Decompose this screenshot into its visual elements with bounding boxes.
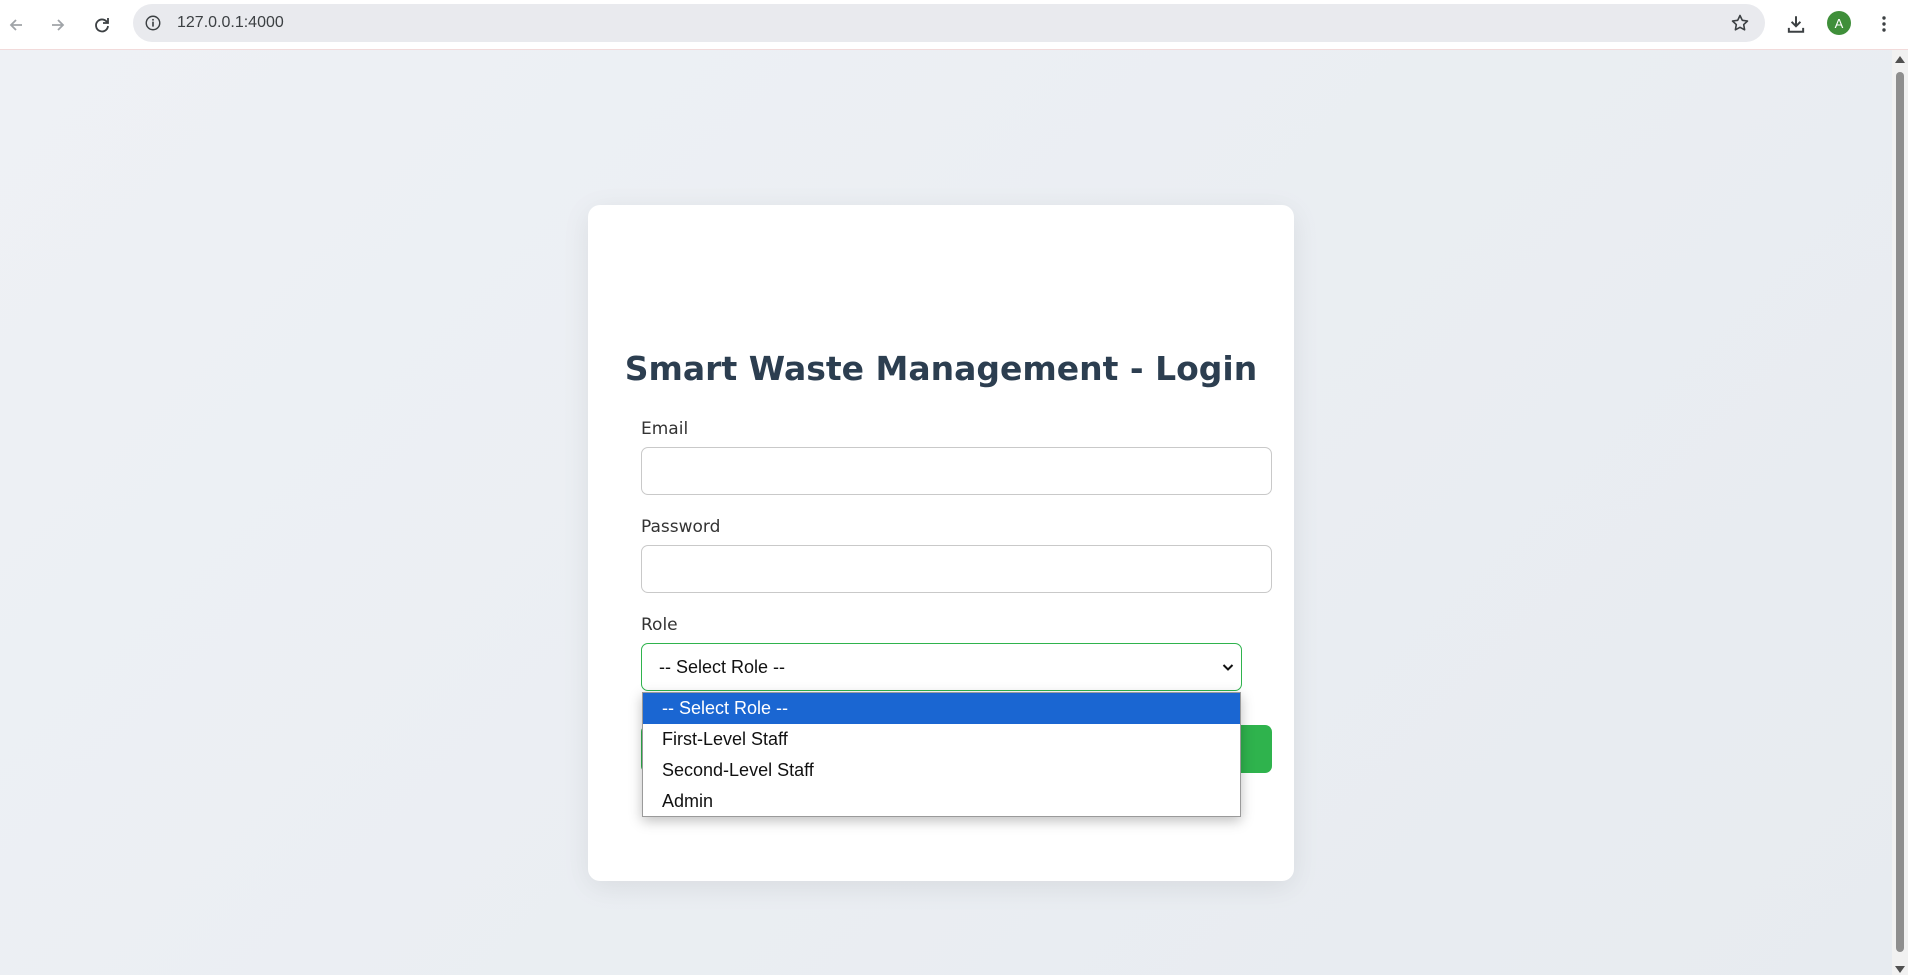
browser-toolbar: 127.0.0.1:4000 A <box>0 0 1908 50</box>
role-option[interactable]: First-Level Staff <box>643 724 1240 755</box>
reload-icon[interactable] <box>86 9 118 41</box>
url-text[interactable]: 127.0.0.1:4000 <box>177 14 284 32</box>
role-option[interactable]: -- Select Role -- <box>643 693 1240 724</box>
arrow-right-icon[interactable] <box>42 9 74 41</box>
role-option[interactable]: Second-Level Staff <box>643 755 1240 786</box>
download-icon[interactable] <box>1782 10 1810 38</box>
scrollbar-thumb[interactable] <box>1896 72 1904 952</box>
role-select[interactable]: -- Select Role -- <box>641 643 1242 691</box>
kebab-menu-icon[interactable] <box>1870 10 1898 38</box>
role-option[interactable]: Admin <box>643 786 1240 817</box>
role-dropdown-list: -- Select Role -- First-Level Staff Seco… <box>642 692 1241 817</box>
password-label: Password <box>641 517 721 537</box>
star-icon[interactable] <box>1729 12 1751 34</box>
page-title: Smart Waste Management - Login <box>624 349 1258 388</box>
info-icon[interactable] <box>143 13 163 33</box>
page-scrollbar[interactable] <box>1892 50 1908 975</box>
role-select-value: -- Select Role -- <box>659 657 786 677</box>
scroll-up-icon[interactable] <box>1895 56 1905 63</box>
password-field[interactable] <box>641 545 1272 593</box>
arrow-left-icon[interactable] <box>0 9 32 41</box>
address-bar[interactable]: 127.0.0.1:4000 <box>133 4 1765 42</box>
email-field[interactable] <box>641 447 1272 495</box>
email-label: Email <box>641 419 689 439</box>
scroll-down-icon[interactable] <box>1895 966 1905 973</box>
chevron-down-icon <box>1221 660 1235 674</box>
role-label: Role <box>641 615 678 635</box>
profile-avatar[interactable]: A <box>1827 11 1851 35</box>
